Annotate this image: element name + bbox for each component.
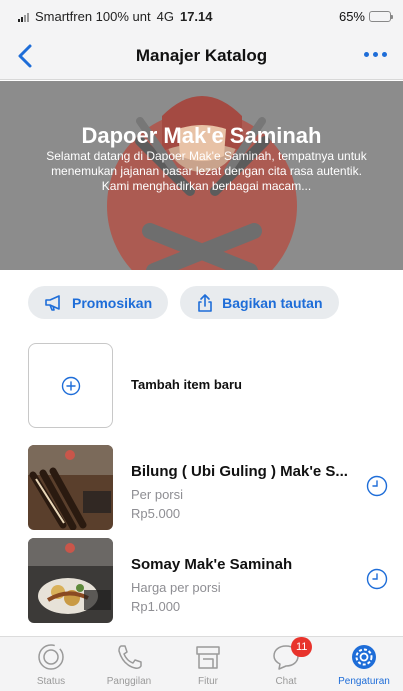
status-icon — [38, 644, 64, 670]
tab-label: Pengaturan — [338, 676, 390, 687]
tab-label: Chat — [275, 676, 297, 687]
add-item-button[interactable] — [28, 343, 113, 428]
megaphone-icon — [45, 294, 60, 311]
tab-settings[interactable]: Pengaturan — [328, 643, 400, 687]
more-options-button[interactable] — [362, 44, 389, 65]
item-unit: Harga per porsi — [131, 580, 221, 595]
page-title: Manajer Katalog — [135, 46, 268, 65]
item-price: Rp5.000 — [131, 506, 181, 521]
business-name: Dapoer Mak'e Saminah — [81, 123, 322, 148]
catalog-cover: Dapoer Mak'e Saminah Selamat datang di D… — [0, 81, 403, 270]
item-thumbnail — [28, 538, 113, 623]
tab-label: Status — [36, 676, 66, 687]
item-unit: Per porsi — [131, 487, 184, 502]
tab-bar: Status Panggilan Fitur 11 Chat Pengatura… — [0, 636, 403, 691]
item-thumbnail — [28, 445, 113, 530]
share-icon — [198, 293, 212, 312]
tab-status[interactable]: Status — [15, 643, 87, 687]
tab-calls[interactable]: Panggilan — [93, 643, 165, 687]
item-name: Bilung ( Ubi Guling ) Mak'e S... — [131, 463, 348, 480]
nav-bar: Manajer Katalog — [0, 32, 403, 80]
tab-label: Panggilan — [106, 676, 152, 687]
item-name: Somay Mak'e Saminah — [131, 556, 293, 573]
add-item-label[interactable]: Tambah item baru — [131, 377, 242, 392]
network-label: 4G — [156, 9, 174, 24]
business-description: Selamat datang di Dapoer Mak'e Saminah, … — [46, 149, 367, 193]
promote-label: Promosikan — [72, 294, 153, 311]
status-right: 65% — [338, 9, 393, 24]
share-link-button[interactable]: Bagikan tautan — [180, 286, 339, 319]
settings-icon — [352, 645, 376, 669]
battery-percent: 65% — [338, 9, 365, 24]
tab-label: Fitur — [198, 676, 218, 687]
tab-features[interactable]: Fitur — [172, 643, 244, 687]
status-left: Smartfren 100% unt 4G 17.14 — [18, 9, 213, 24]
clock-time: 17.14 — [179, 9, 213, 24]
ellipsis-icon — [364, 52, 369, 57]
tab-chat[interactable]: 11 Chat — [250, 637, 322, 687]
store-icon — [196, 646, 220, 669]
clock-icon — [366, 568, 388, 590]
promote-button[interactable]: Promosikan — [28, 286, 169, 319]
item-price: Rp1.000 — [131, 599, 181, 614]
catalog-item[interactable]: Somay Mak'e Saminah Harga per porsi Rp1.… — [28, 538, 388, 626]
phone-icon — [118, 645, 142, 669]
plus-circle-icon — [61, 376, 80, 395]
unread-badge: 11 — [291, 637, 313, 657]
status-bar: Smartfren 100% unt 4G 17.14 65% — [0, 0, 403, 32]
catalog-actions: Promosikan Bagikan tautan — [28, 286, 339, 319]
signal-icon — [18, 12, 29, 22]
share-label: Bagikan tautan — [222, 294, 323, 311]
clock-icon — [366, 475, 388, 497]
carrier-label: Smartfren 100% unt — [35, 9, 151, 24]
catalog-item[interactable]: Bilung ( Ubi Guling ) Mak'e S... Per por… — [28, 445, 388, 533]
battery-icon — [369, 11, 393, 22]
